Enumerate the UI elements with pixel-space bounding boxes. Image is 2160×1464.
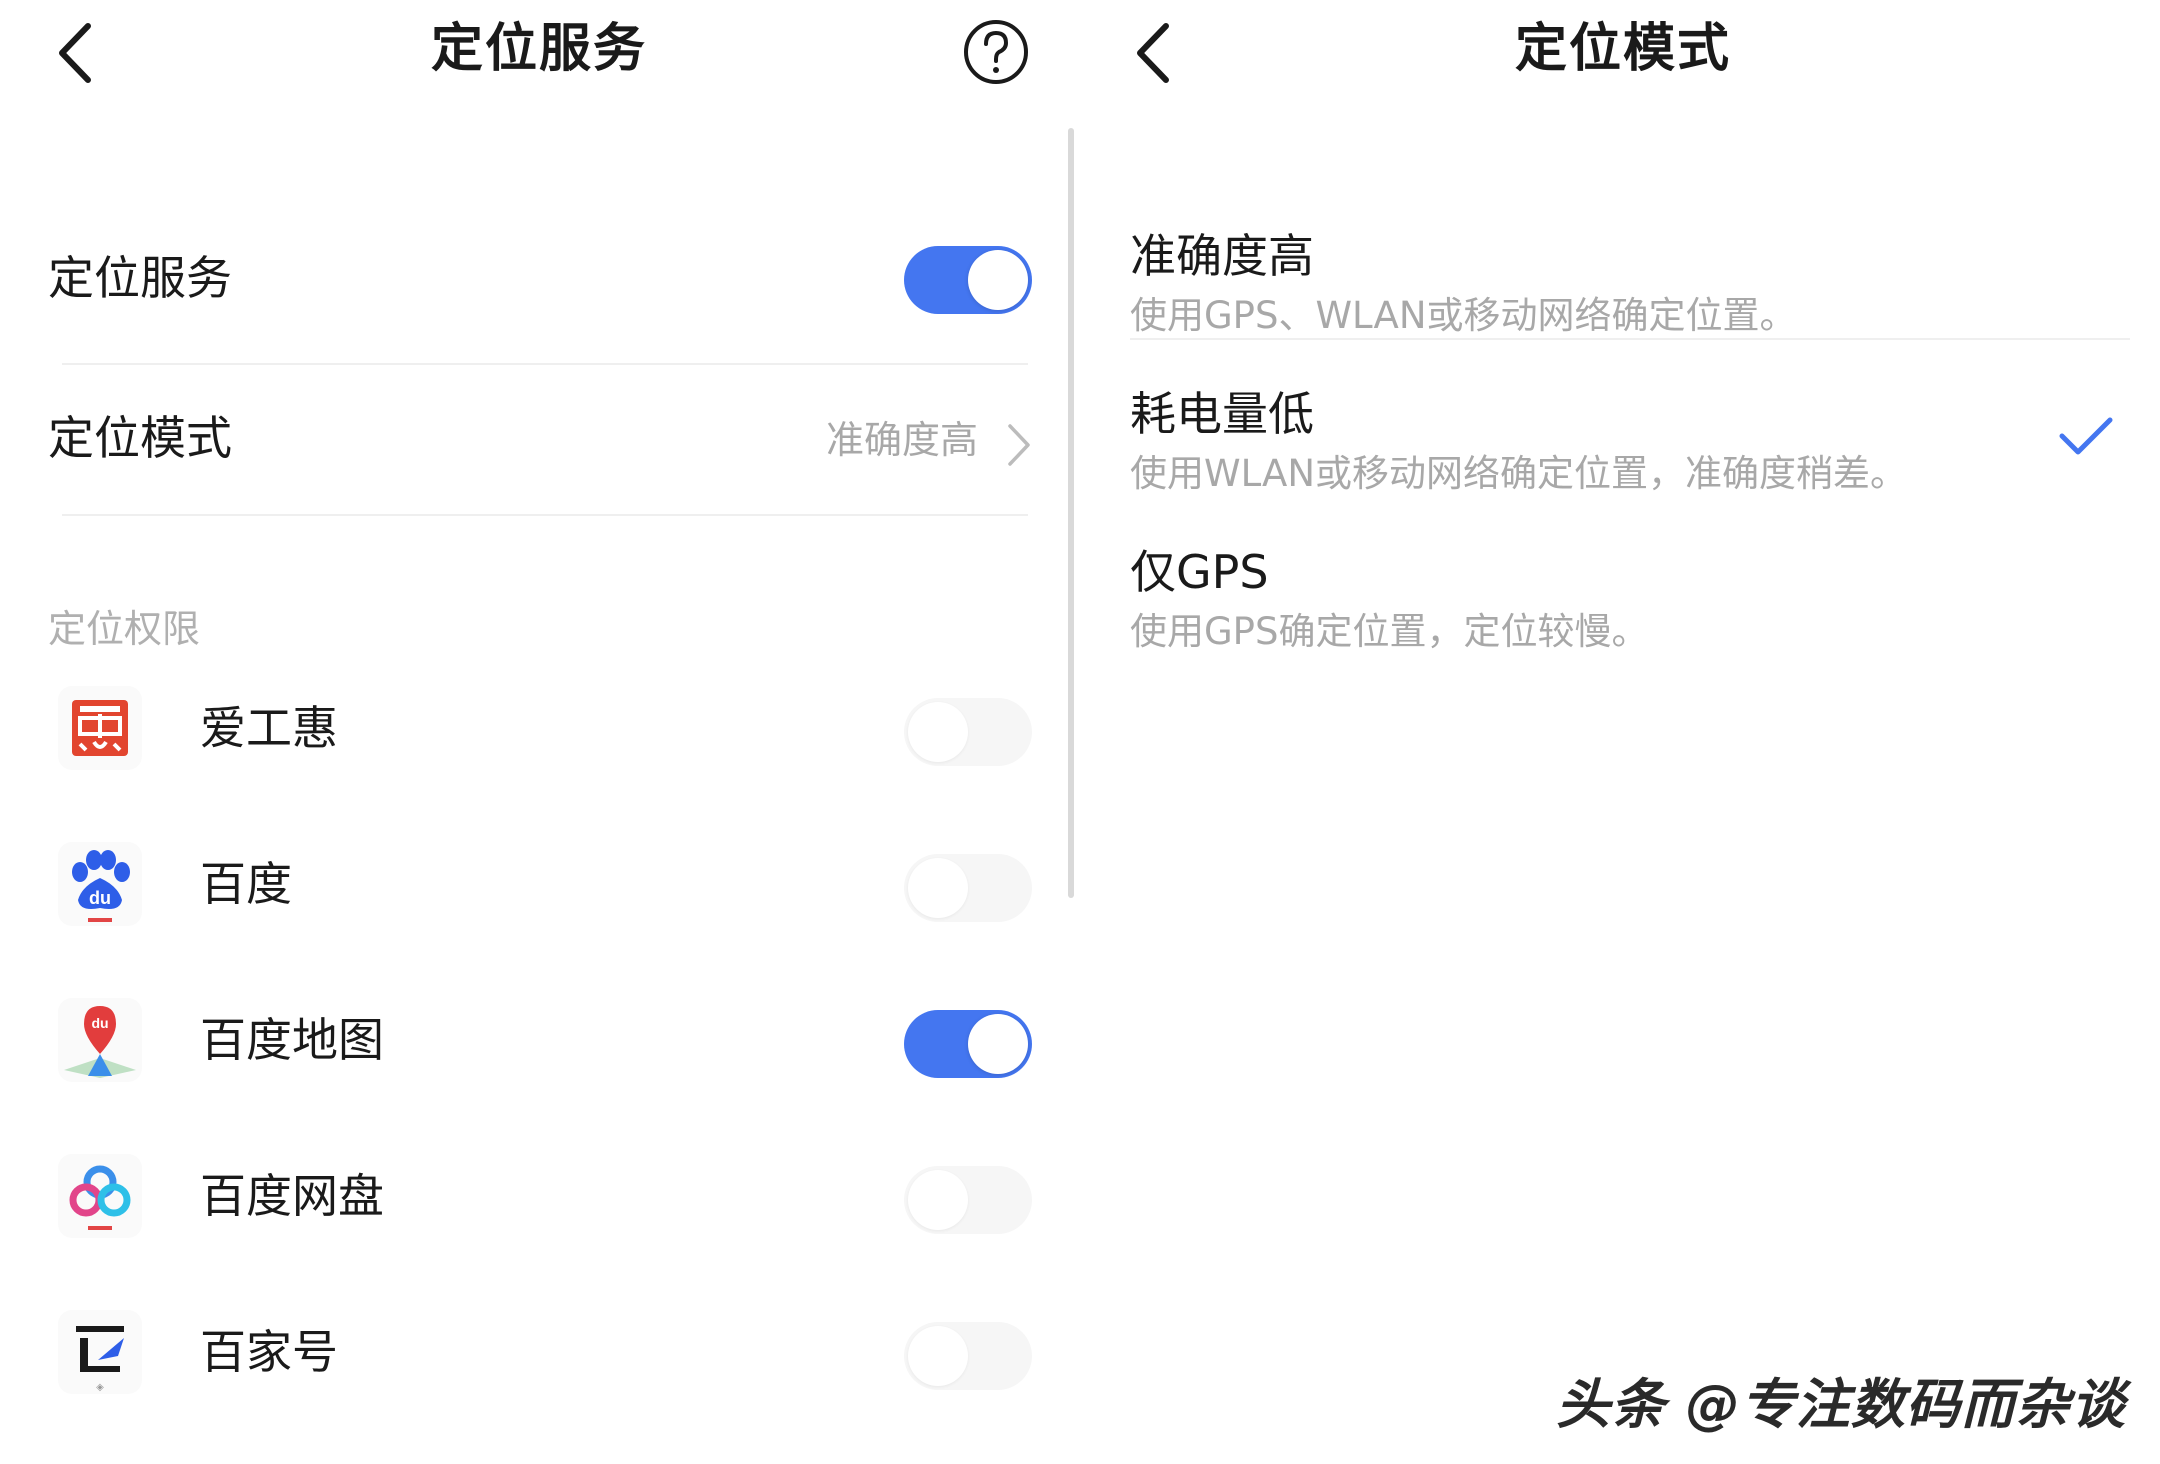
app-row-baidu[interactable]: du 百度 [0, 816, 1060, 966]
location-mode-row[interactable]: 定位模式 准确度高 [0, 400, 1078, 480]
mode-description: 使用GPS确定位置，定位较慢。 [1130, 610, 1649, 653]
svg-text:du: du [91, 1015, 108, 1031]
toggle-knob [908, 1326, 968, 1386]
app-location-toggle[interactable] [904, 698, 1032, 766]
app-row-baidu-map[interactable]: du 百度地图 [0, 972, 1060, 1122]
checkmark-icon [2059, 417, 2113, 455]
app-location-toggle[interactable] [904, 854, 1032, 922]
location-service-row[interactable]: 定位服务 [0, 240, 1078, 320]
toggle-knob [908, 702, 968, 762]
chevron-right-icon [1008, 424, 1030, 466]
divider [1130, 338, 2130, 340]
mode-description: 使用WLAN或移动网络确定位置，准确度稍差。 [1130, 452, 1908, 495]
mode-option-gps-only[interactable]: 仅GPS 使用GPS确定位置，定位较慢。 [1130, 542, 2130, 692]
header: 定位模式 [1086, 0, 2160, 110]
permissions-section-label: 定位权限 [48, 607, 201, 651]
divider [62, 363, 1028, 365]
app-name: 百度地图 [200, 1013, 384, 1067]
app-row-aigonghui[interactable]: 爱工惠 [0, 660, 1060, 810]
location-mode-label: 定位模式 [48, 411, 232, 465]
app-name: 百家号 [200, 1325, 338, 1379]
app-name: 百度网盘 [200, 1169, 384, 1223]
baidu-map-pin-icon: du [58, 998, 142, 1082]
app-name: 百度 [200, 857, 292, 911]
page-title: 定位模式 [1514, 19, 1731, 79]
baijiahao-icon: ◈ [58, 1310, 142, 1394]
toggle-knob [968, 1014, 1028, 1074]
mode-title: 准确度高 [1130, 229, 1314, 283]
app-name: 爱工惠 [200, 701, 338, 755]
aigonghui-app-icon [58, 686, 142, 770]
svg-text:du: du [89, 888, 111, 908]
help-icon[interactable] [962, 18, 1030, 86]
baidu-paw-icon: du [58, 842, 142, 926]
header: 定位服务 [0, 0, 1078, 110]
scrollbar [1068, 128, 1074, 898]
app-location-toggle[interactable] [904, 1010, 1032, 1078]
app-location-toggle[interactable] [904, 1322, 1032, 1390]
location-service-toggle[interactable] [904, 246, 1032, 314]
location-service-screen: 定位服务 定位服务 定位模式 准确度高 定位权限 爱工惠 du 百度 du 百度… [0, 0, 1078, 1464]
divider [62, 514, 1028, 516]
location-mode-screen: 定位模式 准确度高 使用GPS、WLAN或移动网络确定位置。 耗电量低 使用WL… [1086, 0, 2160, 1464]
mode-option-high-accuracy[interactable]: 准确度高 使用GPS、WLAN或移动网络确定位置。 [1130, 226, 2130, 376]
toggle-knob [968, 250, 1028, 310]
page-title: 定位服务 [430, 19, 647, 79]
mode-option-battery-saving[interactable]: 耗电量低 使用WLAN或移动网络确定位置，准确度稍差。 [1130, 384, 2130, 534]
mode-title: 仅GPS [1130, 545, 1269, 599]
watermark: 头条 @专注数码而杂谈 [1556, 1373, 2126, 1436]
svg-text:◈: ◈ [96, 1382, 104, 1393]
mode-description: 使用GPS、WLAN或移动网络确定位置。 [1130, 294, 1797, 337]
toggle-knob [908, 1170, 968, 1230]
app-row-baijiahao[interactable]: ◈ 百家号 [0, 1284, 1060, 1434]
location-service-label: 定位服务 [48, 251, 232, 305]
location-mode-value: 准确度高 [826, 418, 979, 462]
app-row-baidu-netdisk[interactable]: 百度网盘 [0, 1128, 1060, 1278]
baidu-netdisk-cloud-icon [58, 1154, 142, 1238]
app-location-toggle[interactable] [904, 1166, 1032, 1234]
mode-title: 耗电量低 [1130, 387, 1314, 441]
toggle-knob [908, 858, 968, 918]
